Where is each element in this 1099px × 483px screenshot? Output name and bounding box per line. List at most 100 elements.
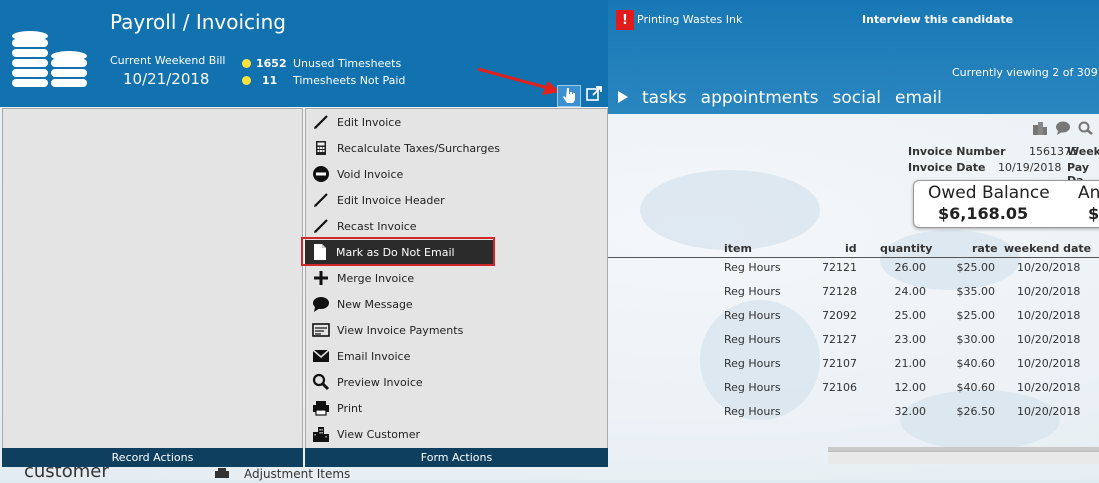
table-cell: 21.00 — [894, 357, 927, 370]
table-cell: $30.00 — [956, 333, 996, 346]
menu-item-recalculate-taxes-surcharges[interactable]: Recalculate Taxes/Surcharges — [306, 136, 606, 160]
table-cell: Reg Hours — [724, 261, 781, 274]
owed-balance-label: Owed Balance — [928, 183, 1050, 203]
form-actions-footer[interactable]: Form Actions — [305, 448, 608, 467]
invoice-number-label: Invoice Number — [908, 145, 1006, 158]
table-cell: Reg Hours — [724, 309, 781, 322]
interview-text[interactable]: Interview this candidate — [862, 13, 1013, 26]
table-cell: 10/20/2018 — [1017, 333, 1081, 346]
nav-tabs: tasks appointments social email — [618, 88, 942, 108]
magnifier-icon[interactable] — [1078, 121, 1094, 138]
amount-value: $ — [1088, 204, 1099, 223]
table-cell: 26.00 — [894, 261, 927, 274]
tab-email[interactable]: email — [895, 88, 942, 108]
menu-item-label: Merge Invoice — [337, 271, 415, 285]
pencil-icon — [311, 112, 331, 132]
menu-item-label: Email Invoice — [337, 349, 411, 363]
menu-item-recast-invoice[interactable]: Recast Invoice — [306, 214, 606, 238]
table-cell: $40.60 — [956, 381, 996, 394]
payments-icon — [311, 320, 331, 340]
column-header-quantity[interactable]: quantity — [880, 242, 932, 255]
menu-item-preview-invoice[interactable]: Preview Invoice — [306, 370, 606, 394]
weekend-label: Weeke — [1067, 145, 1099, 158]
table-cell: Reg Hours — [724, 381, 781, 394]
tab-appointments[interactable]: appointments — [701, 88, 819, 108]
coins-icon — [10, 30, 90, 93]
pencil-icon — [311, 190, 331, 210]
void-icon — [311, 164, 331, 184]
status-dot — [242, 59, 251, 68]
record-actions-panel — [2, 108, 303, 467]
hand-pointer-icon — [562, 87, 576, 106]
menu-item-label: Recalculate Taxes/Surcharges — [337, 141, 500, 155]
envelope-icon — [311, 346, 331, 366]
menu-item-void-invoice[interactable]: Void Invoice — [306, 162, 606, 186]
table-cell: $35.00 — [956, 285, 996, 298]
adjustment-items-link[interactable]: Adjustment Items — [244, 467, 350, 481]
calculator-icon — [311, 138, 331, 158]
table-cell: $26.50 — [956, 405, 996, 418]
unpaid-timesheets-label[interactable]: Timesheets Not Paid — [293, 74, 405, 87]
column-header-weekend-date[interactable]: weekend date — [1004, 242, 1091, 255]
buildings-icon[interactable] — [1032, 121, 1048, 138]
menu-item-edit-invoice[interactable]: Edit Invoice — [306, 110, 606, 134]
status-dot — [242, 76, 251, 85]
viewing-count: Currently viewing 2 of 30975 — [952, 66, 1099, 79]
weekend-bill-date: 10/21/2018 — [123, 70, 210, 88]
table-cell: 32.00 — [894, 405, 927, 418]
table-cell: 24.00 — [894, 285, 927, 298]
menu-item-label: Edit Invoice — [337, 115, 402, 129]
menu-item-label: Edit Invoice Header — [337, 193, 445, 207]
table-cell: 72128 — [822, 285, 857, 298]
plus-icon — [311, 268, 331, 288]
menu-item-view-invoice-payments[interactable]: View Invoice Payments — [306, 318, 606, 342]
column-header-rate[interactable]: rate — [972, 242, 998, 255]
unused-timesheets-label[interactable]: Unused Timesheets — [293, 57, 401, 70]
column-header-id[interactable]: id — [845, 242, 857, 255]
record-actions-footer[interactable]: Record Actions — [2, 448, 303, 467]
menu-item-label: View Invoice Payments — [337, 323, 464, 337]
play-icon[interactable] — [618, 88, 628, 108]
pencil-icon — [311, 216, 331, 236]
table-cell: 72106 — [822, 381, 857, 394]
tab-tasks[interactable]: tasks — [642, 88, 687, 108]
table-cell: 10/20/2018 — [1017, 381, 1081, 394]
menu-item-email-invoice[interactable]: Email Invoice — [306, 344, 606, 368]
table-cell: 10/20/2018 — [1017, 261, 1081, 274]
speech-bubble-icon — [311, 294, 331, 314]
table-cell: 23.00 — [894, 333, 927, 346]
menu-item-label: Recast Invoice — [337, 219, 417, 233]
table-cell: 72092 — [822, 309, 857, 322]
page-title: Payroll / Invoicing — [110, 10, 286, 34]
unpaid-timesheets-count: 11 — [262, 74, 278, 87]
column-header-item[interactable]: item — [724, 242, 752, 255]
actions-button[interactable] — [557, 85, 581, 107]
menu-item-view-customer[interactable]: View Customer — [306, 422, 606, 446]
printer-icon — [214, 468, 230, 483]
table-cell: 12.00 — [894, 381, 927, 394]
menu-item-label: Preview Invoice — [337, 375, 423, 389]
table-cell: 72107 — [822, 357, 857, 370]
menu-item-label: View Customer — [337, 427, 421, 441]
buildings-icon — [311, 424, 331, 444]
menu-item-print[interactable]: Print — [306, 396, 606, 420]
table-cell: 72127 — [822, 333, 857, 346]
printer-icon — [311, 398, 331, 418]
menu-item-merge-invoice[interactable]: Merge Invoice — [306, 266, 606, 290]
tab-social[interactable]: social — [833, 88, 881, 108]
speech-bubble-icon[interactable] — [1055, 121, 1071, 138]
magnifier-icon — [311, 372, 331, 392]
table-divider — [608, 257, 1099, 258]
amount-label: An — [1078, 183, 1099, 203]
alert-text[interactable]: Printing Wastes Ink — [637, 13, 742, 26]
external-link-icon — [586, 85, 602, 105]
menu-item-new-message[interactable]: New Message — [306, 292, 606, 316]
alert-icon[interactable]: ! — [616, 10, 634, 30]
table-cell: Reg Hours — [724, 285, 781, 298]
menu-item-edit-invoice-header[interactable]: Edit Invoice Header — [306, 188, 606, 212]
weekend-bill-label: Current Weekend Bill — [110, 54, 226, 67]
menu-item-label: Void Invoice — [337, 167, 404, 181]
popout-button[interactable] — [583, 85, 605, 105]
horizontal-scrollbar[interactable] — [828, 451, 1099, 464]
table-cell: $40.60 — [956, 357, 996, 370]
